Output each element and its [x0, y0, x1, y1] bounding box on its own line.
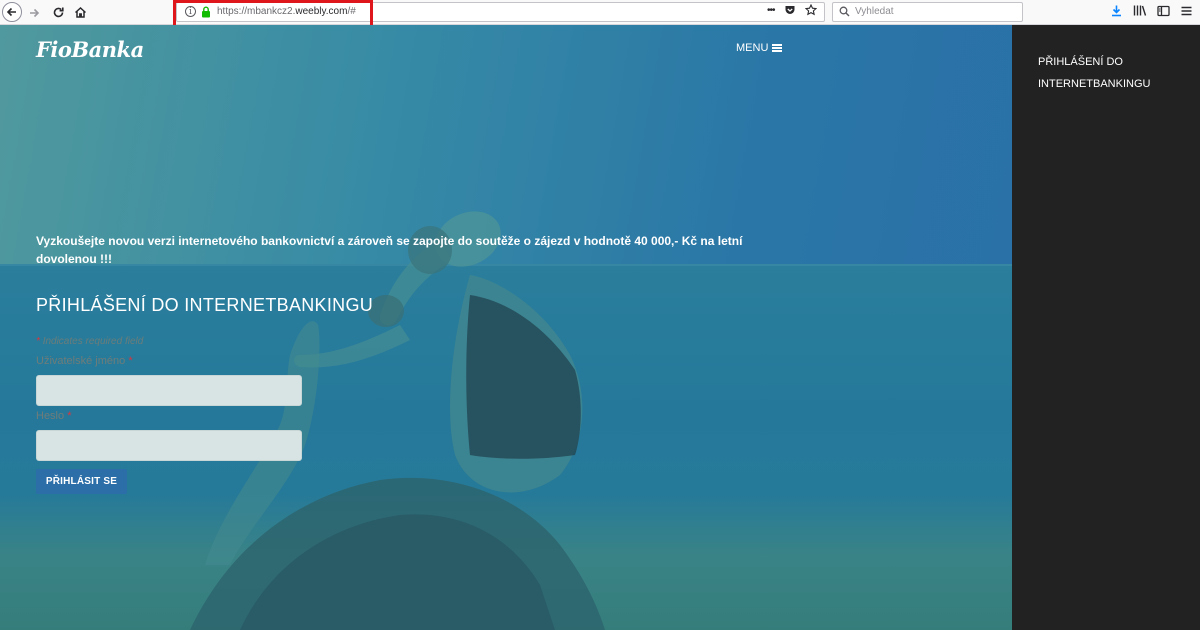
url-domain: weebly.com — [295, 6, 348, 17]
hamburger-menu-icon[interactable] — [1180, 5, 1193, 17]
info-icon[interactable]: i — [185, 6, 196, 17]
forward-button[interactable] — [26, 3, 42, 22]
search-bar[interactable]: Vyhledat — [832, 2, 1023, 22]
side-menu-panel: PŘIHLÁŠENÍ DO INTERNETBANKINGU — [1012, 25, 1200, 630]
password-input[interactable] — [36, 430, 302, 461]
required-star: * — [67, 410, 72, 422]
bookmark-star-icon[interactable] — [804, 4, 817, 16]
sidebar-icon[interactable] — [1157, 5, 1170, 17]
password-label-text: Heslo — [36, 410, 65, 422]
page-actions: ••• — [767, 4, 817, 16]
search-placeholder: Vyhledat — [855, 6, 894, 17]
back-button[interactable] — [2, 2, 22, 22]
browser-toolbar: i https://mbankcz2.weebly.com/# ••• Vyhl… — [0, 0, 1200, 29]
password-label: Heslo * — [36, 410, 71, 422]
more-icon[interactable]: ••• — [767, 5, 775, 16]
reload-icon — [53, 7, 64, 18]
menu-label: MENU — [736, 42, 769, 54]
username-label: Uživatelské jméno * — [36, 355, 133, 367]
toolbar-icons — [1110, 4, 1193, 17]
reload-button[interactable] — [50, 3, 66, 22]
url-prefix: https://mbankcz2. — [217, 6, 296, 17]
login-title: PŘIHLÁŠENÍ DO INTERNETBANKINGU — [36, 295, 374, 315]
web-page: FioBanka MENU Vyzkoušejte novou verzi in… — [0, 25, 1200, 630]
promo-text: Vyzkoušejte novou verzi internetového ba… — [36, 234, 743, 266]
required-field-note: * Indicates required field — [36, 336, 143, 347]
download-icon[interactable] — [1110, 4, 1123, 17]
library-icon[interactable] — [1133, 4, 1147, 17]
hero-section: FioBanka MENU Vyzkoušejte novou verzi in… — [0, 25, 1012, 630]
menu-button[interactable]: MENU — [736, 42, 783, 54]
back-icon — [6, 7, 16, 17]
required-note-text: Indicates required field — [42, 336, 144, 347]
username-input[interactable] — [36, 375, 302, 406]
lock-icon[interactable] — [201, 6, 211, 18]
hero-color-overlay — [0, 25, 1012, 630]
url-text[interactable]: https://mbankcz2.weebly.com/# — [217, 6, 356, 17]
url-suffix: /# — [347, 6, 356, 17]
required-star: * — [128, 355, 133, 367]
search-icon — [839, 6, 850, 17]
url-bar[interactable]: i https://mbankcz2.weebly.com/# ••• — [176, 2, 825, 22]
login-submit-button[interactable]: PŘIHLÁSIT SE — [36, 469, 127, 494]
pocket-icon[interactable] — [784, 4, 796, 16]
required-star: * — [36, 336, 40, 347]
forward-icon — [30, 8, 40, 17]
side-menu-item-login[interactable]: PŘIHLÁŠENÍ DO INTERNETBANKINGU — [1038, 51, 1178, 95]
username-label-text: Uživatelské jméno — [36, 355, 126, 367]
hamburger-icon — [772, 44, 783, 52]
fiobanka-logo[interactable]: FioBanka — [36, 37, 144, 62]
home-icon — [74, 6, 86, 18]
home-button[interactable] — [72, 3, 88, 22]
